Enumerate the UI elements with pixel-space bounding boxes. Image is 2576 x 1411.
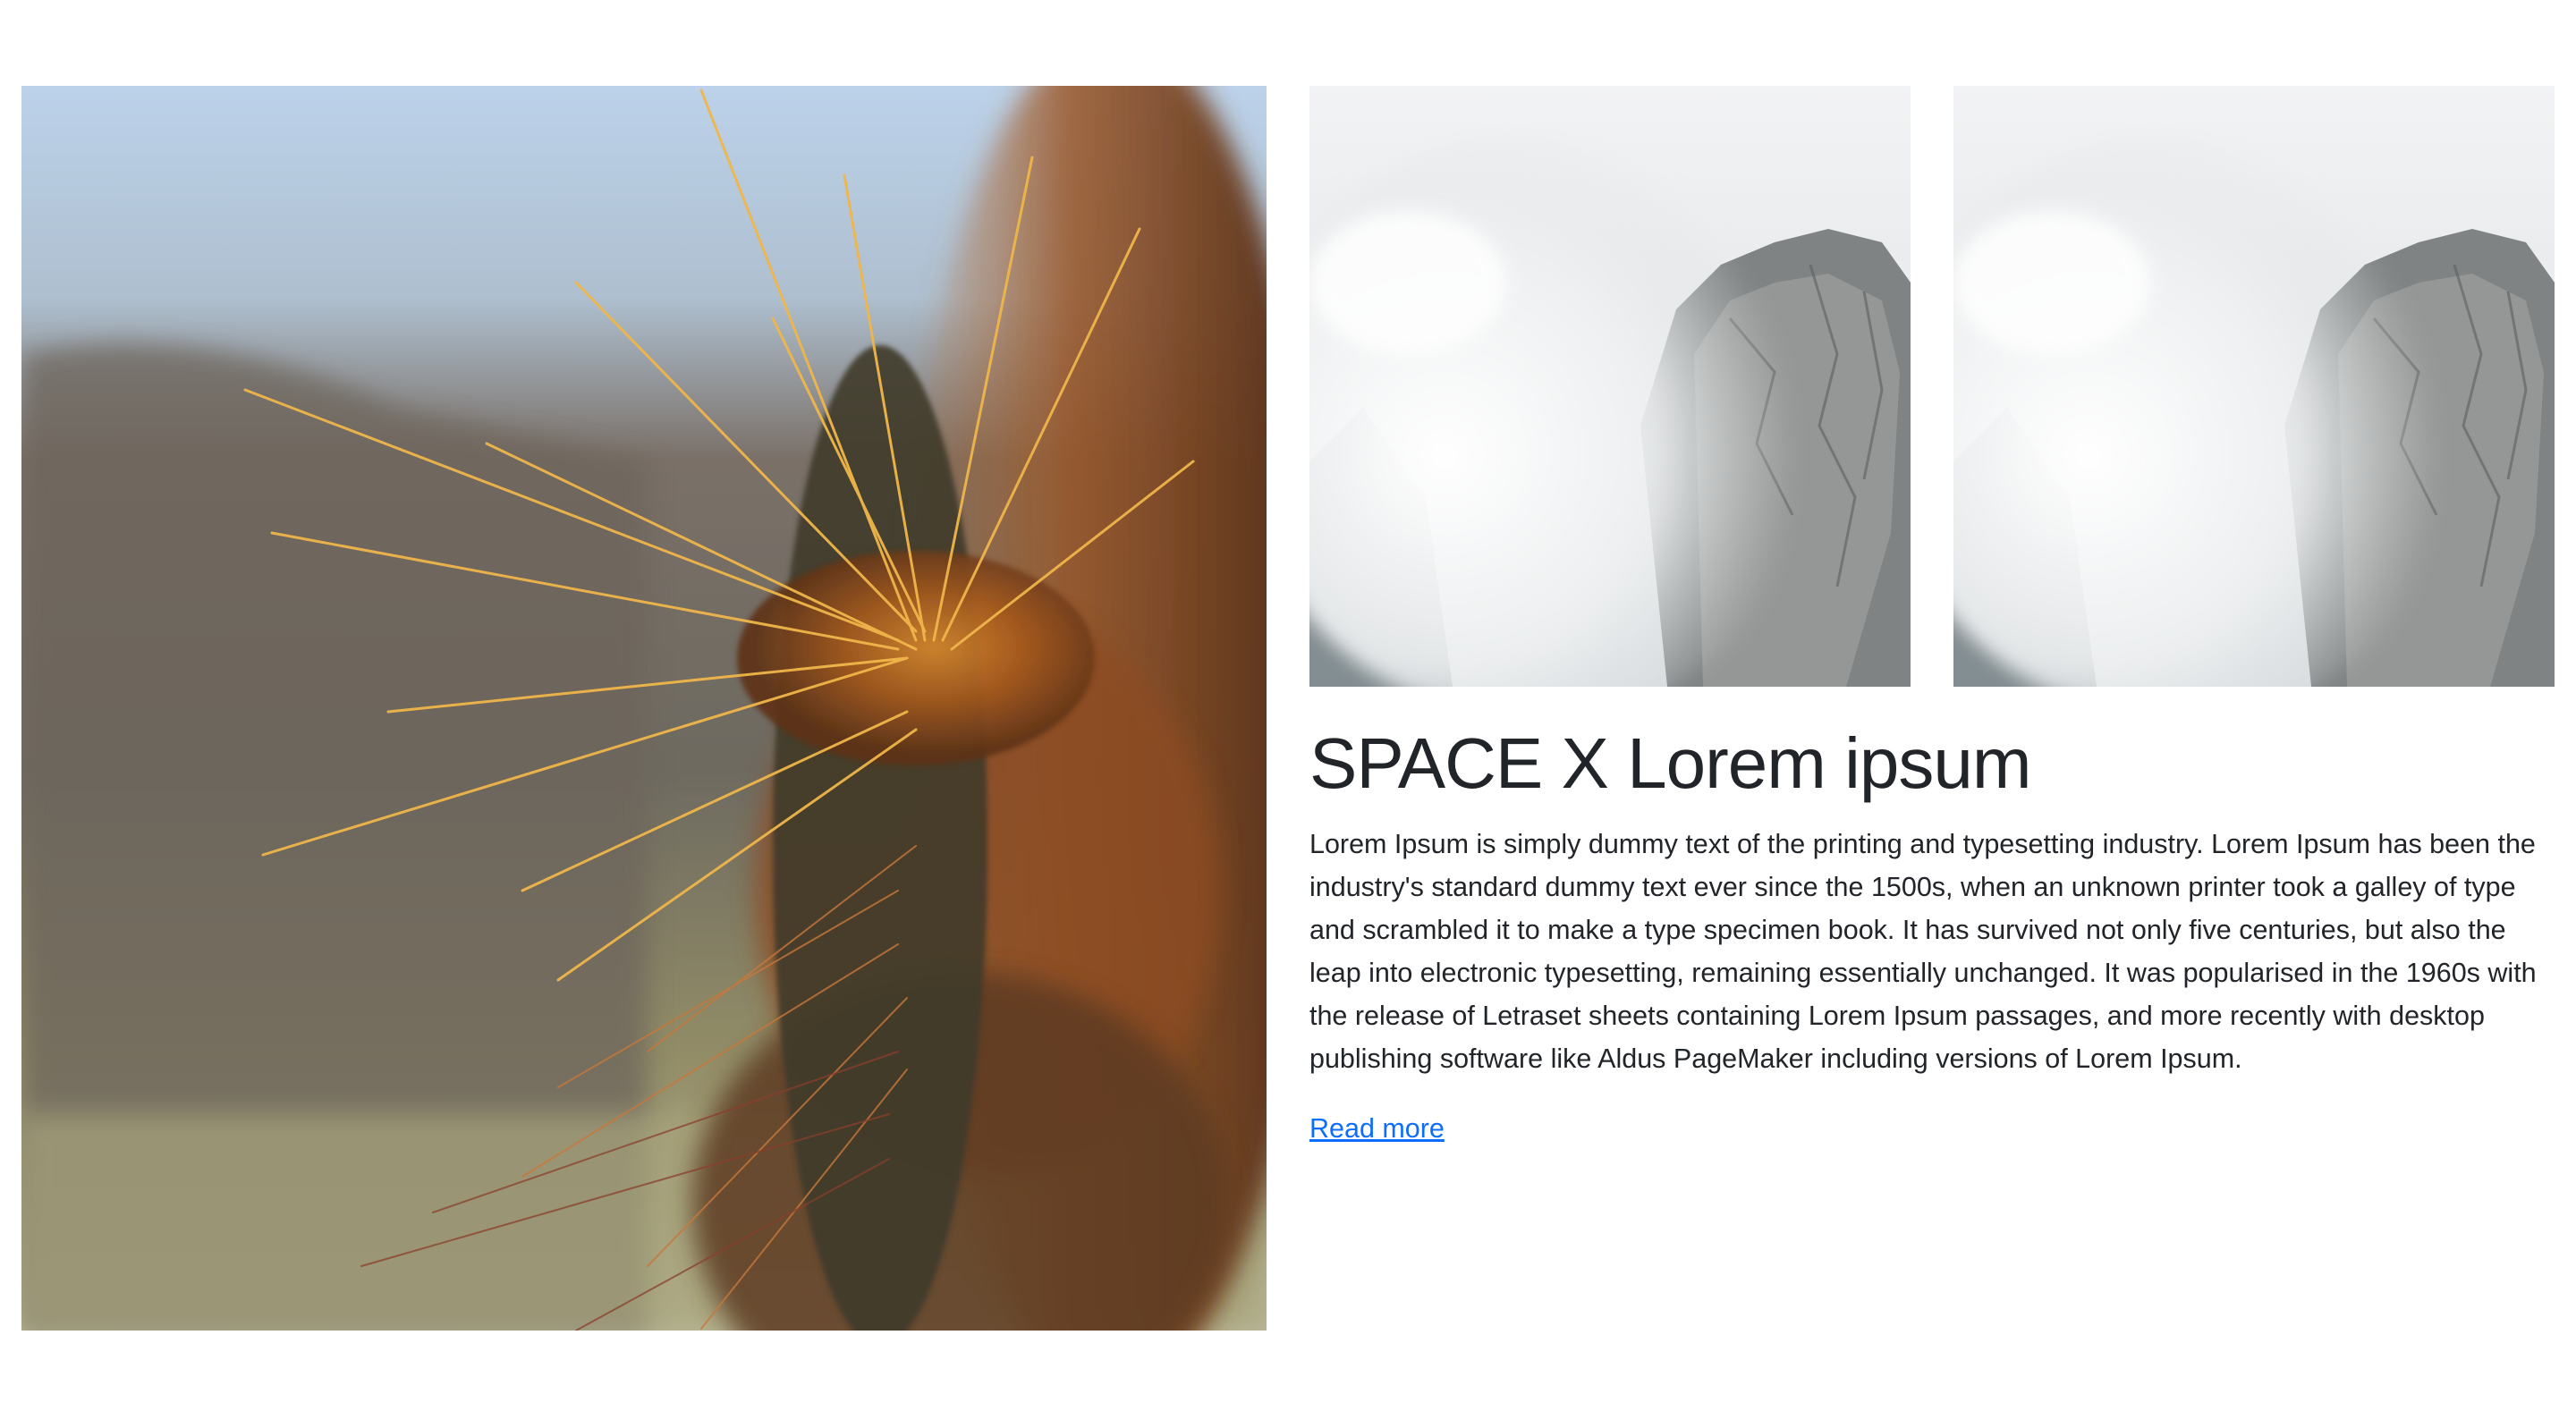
- article-title: SPACE X Lorem ipsum: [1309, 723, 2031, 803]
- page: SPACE X Lorem ipsum Lorem Ipsum is simpl…: [0, 0, 2576, 1411]
- cactus-illustration: [21, 86, 1267, 1331]
- mountain-photo: [1953, 86, 2555, 687]
- mountain-photo: [1309, 86, 1911, 687]
- cactus-photo: [21, 86, 1267, 1331]
- gallery-row: [1309, 86, 2555, 687]
- article-column: SPACE X Lorem ipsum Lorem Ipsum is simpl…: [1309, 86, 2555, 1150]
- mountain-illustration: [1953, 86, 2555, 687]
- read-more-link[interactable]: Read more: [1309, 1107, 1445, 1150]
- article-body: Lorem Ipsum is simply dummy text of the …: [1309, 829, 2537, 1074]
- mountain-illustration: [1309, 86, 1911, 687]
